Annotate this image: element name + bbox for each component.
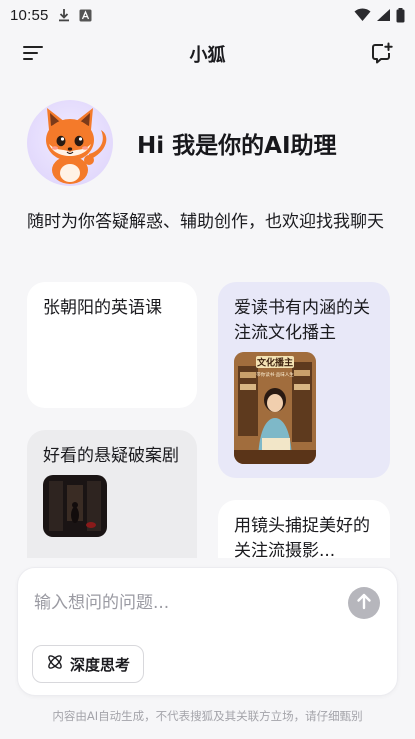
suggestion-card[interactable]: 爱读书有内涵的关注流文化播主 文化播主 带你读书·品味人生 [218, 282, 390, 478]
wifi-icon [354, 8, 371, 22]
signal-icon [376, 8, 391, 22]
status-time: 10:55 [10, 6, 49, 24]
suggestion-card[interactable]: 用镜头捕捉美好的关注流摄影... [218, 500, 390, 558]
suggestion-card-label: 用镜头捕捉美好的关注流摄影... [234, 516, 370, 558]
status-bar: 10:55 [0, 0, 415, 30]
new-chat-icon [371, 42, 393, 68]
suggestion-card-label: 爱读书有内涵的关注流文化播主 [234, 298, 370, 343]
chat-input-panel: 深度思考 [17, 567, 398, 696]
page-title: 小狐 [189, 45, 226, 66]
suggestion-card[interactable]: 好看的悬疑破案剧 [27, 430, 197, 558]
suggestion-card-label: 张朝阳的英语课 [43, 298, 162, 318]
menu-button[interactable] [18, 40, 48, 70]
suggestion-card-label: 好看的悬疑破案剧 [43, 446, 179, 466]
deep-think-button[interactable]: 深度思考 [32, 645, 144, 683]
greeting-title: Hi 我是你的AI助理 [137, 133, 337, 159]
hero-section: Hi 我是你的AI助理 [27, 100, 337, 186]
mystery-drama-thumbnail [43, 475, 107, 537]
question-input[interactable] [34, 588, 334, 618]
thumbnail-title: 文化播主 [256, 357, 293, 369]
thumbnail-subtitle: 带你读书·品味人生 [256, 371, 294, 378]
deep-think-label: 深度思考 [69, 655, 130, 674]
fox-avatar [27, 100, 113, 186]
send-button[interactable] [348, 587, 380, 619]
new-chat-button[interactable] [367, 40, 397, 70]
arrow-up-icon [356, 592, 372, 614]
font-icon [79, 9, 92, 22]
battery-icon [396, 7, 405, 23]
download-icon [57, 8, 71, 22]
culture-host-thumbnail: 文化播主 带你读书·品味人生 [234, 352, 316, 464]
atom-icon [46, 653, 64, 675]
ai-disclaimer: 内容由AI自动生成，不代表搜狐及其关联方立场，请仔细甄别 [52, 709, 363, 723]
suggestion-cards: 张朝阳的英语课 爱读书有内涵的关注流文化播主 文化播主 带你读书·品味人生 好看… [0, 282, 415, 558]
suggestion-card[interactable]: 张朝阳的英语课 [27, 282, 197, 408]
menu-icon [23, 45, 43, 65]
greeting-subtitle: 随时为你答疑解惑、辅助创作，也欢迎找我聊天 [27, 212, 384, 232]
app-header: 小狐 [0, 36, 415, 72]
